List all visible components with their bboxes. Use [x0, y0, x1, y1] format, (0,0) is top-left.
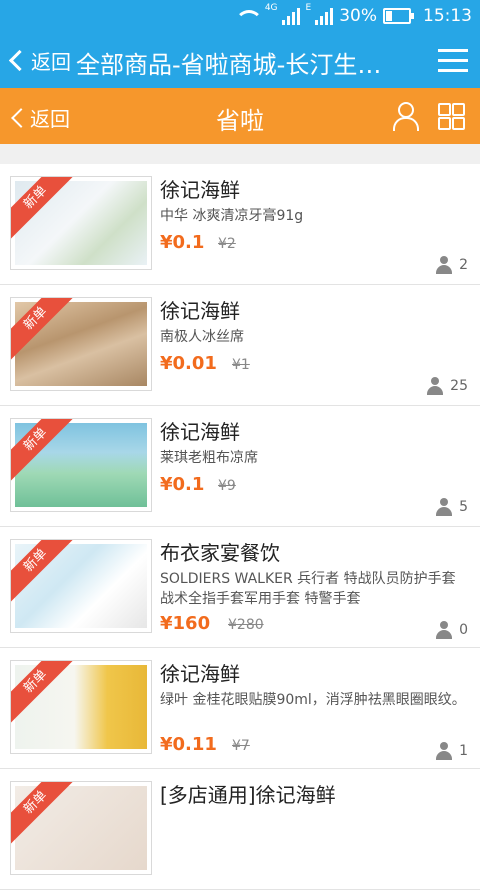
wifi-icon [236, 8, 259, 24]
sold-count: 0 [435, 621, 468, 639]
network-type-label-2: E [305, 3, 312, 13]
price: ¥0.1 [160, 474, 205, 495]
clock: 15:13 [423, 6, 472, 26]
browser-back-button[interactable]: 返回 [6, 46, 71, 75]
menu-icon[interactable] [438, 49, 468, 73]
product-image: 新单 [10, 660, 152, 754]
product-desc: 绿叶 金桂花眼贴膜90ml，消浮肿祛黑眼圈眼纹。 [160, 692, 466, 708]
network-type-label: 4G [264, 3, 278, 13]
sold-count-value: 1 [459, 743, 468, 759]
grid-icon[interactable] [438, 103, 465, 130]
shop-name: 徐记海鲜 [160, 420, 240, 444]
browser-header: 返回 全部商品-省啦商城-长汀生… [0, 34, 480, 88]
list-item[interactable]: 新单 徐记海鲜 南极人冰丝席 ¥0.01 ¥1 25 [0, 285, 480, 406]
sold-count: 2 [435, 256, 468, 274]
status-bar: 4G E 30% 15:13 [0, 0, 480, 34]
shop-name: 徐记海鲜 [160, 178, 240, 202]
price: ¥160 [160, 613, 211, 634]
signal-icon-2 [315, 7, 334, 25]
sold-count-value: 5 [459, 499, 468, 515]
battery-icon [383, 8, 414, 24]
list-item[interactable]: 新单 徐记海鲜 绿叶 金桂花眼贴膜90ml，消浮肿祛黑眼圈眼纹。 ¥0.11 ¥… [0, 648, 480, 769]
sold-count: 1 [435, 742, 468, 760]
chevron-left-icon [8, 49, 31, 72]
shop-name: 徐记海鲜 [160, 299, 240, 323]
price: ¥0.01 [160, 353, 217, 374]
page-title: 全部商品-省啦商城-长汀生… [76, 51, 382, 79]
product-image: 新单 [10, 297, 152, 391]
list-item[interactable]: 新单 布衣家宴餐饮 SOLDIERS WALKER 兵行者 特战队员防护手套 战… [0, 527, 480, 648]
product-desc: 南极人冰丝席 [160, 329, 244, 345]
product-desc: 莱琪老粗布凉席 [160, 450, 258, 466]
list-item[interactable]: 新单 徐记海鲜 莱琪老粗布凉席 ¥0.1 ¥9 5 [0, 406, 480, 527]
product-list: 新单 徐记海鲜 中华 冰爽清凉牙膏91g ¥0.1 ¥2 2 新单 徐记海鲜 南… [0, 164, 480, 890]
app-header: 返回 省啦 [0, 88, 480, 144]
sold-count-value: 25 [450, 378, 468, 394]
browser-back-label: 返回 [31, 50, 71, 74]
person-icon [435, 498, 453, 516]
product-image: 新单 [10, 539, 152, 633]
person-icon [435, 621, 453, 639]
price: ¥0.1 [160, 232, 205, 253]
user-icon[interactable] [392, 102, 419, 131]
product-image: 新单 [10, 418, 152, 512]
battery-percent: 30% [339, 6, 377, 26]
shop-name: 徐记海鲜 [160, 662, 240, 686]
person-icon [435, 256, 453, 274]
product-desc: SOLDIERS WALKER 兵行者 特战队员防护手套 战术全指手套军用手套 … [160, 571, 456, 607]
sold-count-value: 2 [459, 257, 468, 273]
person-icon [435, 742, 453, 760]
shop-name: 布衣家宴餐饮 [160, 541, 280, 565]
product-image: 新单 [10, 781, 152, 875]
list-item[interactable]: 新单 徐记海鲜 中华 冰爽清凉牙膏91g ¥0.1 ¥2 2 [0, 164, 480, 285]
product-desc: 中华 冰爽清凉牙膏91g [160, 208, 304, 224]
sold-count: 25 [426, 377, 468, 395]
shop-name: [多店通用]徐记海鲜 [160, 783, 336, 807]
old-price: ¥7 [232, 738, 250, 754]
old-price: ¥9 [218, 478, 236, 494]
old-price: ¥280 [228, 617, 264, 633]
old-price: ¥2 [218, 236, 236, 252]
person-icon [426, 377, 444, 395]
sold-count-value: 0 [459, 622, 468, 638]
signal-icon [281, 7, 300, 25]
old-price: ¥1 [232, 357, 250, 373]
sold-count: 5 [435, 498, 468, 516]
list-item[interactable]: 新单 [多店通用]徐记海鲜 [0, 769, 480, 890]
price: ¥0.11 [160, 734, 217, 755]
product-image: 新单 [10, 176, 152, 270]
